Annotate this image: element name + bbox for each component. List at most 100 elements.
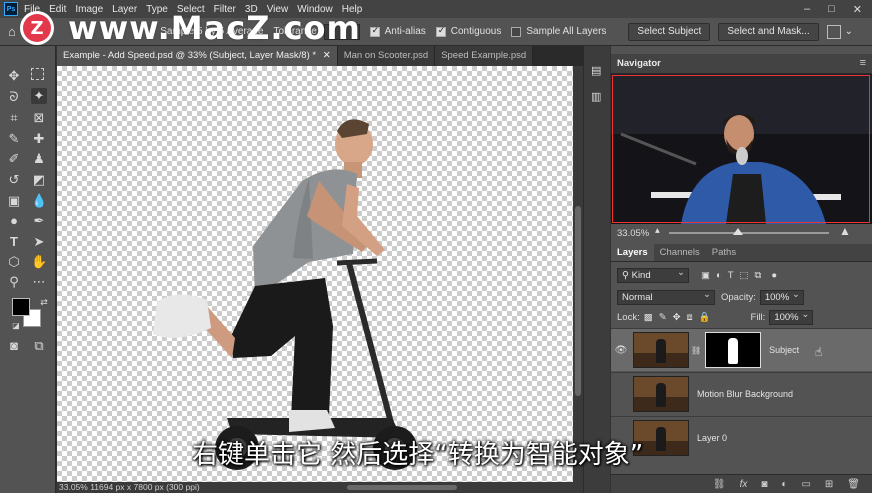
contiguous-option[interactable]: Contiguous bbox=[435, 25, 502, 37]
lasso-tool-icon[interactable]: ᘐ bbox=[6, 89, 22, 105]
blur-tool-icon[interactable]: 💧 bbox=[31, 193, 47, 209]
lock-position-icon[interactable]: ✥ bbox=[673, 312, 681, 323]
anti-alias-checkbox[interactable] bbox=[369, 25, 380, 37]
lock-label: Lock: bbox=[617, 311, 640, 323]
zoom-in-icon[interactable]: ▲ bbox=[839, 224, 851, 238]
dodge-tool-icon[interactable]: ● bbox=[6, 213, 22, 229]
navigator-zoom-slider[interactable] bbox=[669, 232, 829, 234]
path-selection-tool-icon[interactable]: ➤ bbox=[31, 234, 47, 250]
healing-brush-tool-icon[interactable]: ✚ bbox=[31, 131, 47, 147]
eraser-tool-icon[interactable]: ◩ bbox=[31, 172, 47, 188]
new-layer-icon[interactable]: ⊞ bbox=[825, 479, 833, 490]
workspace-icon[interactable] bbox=[826, 24, 841, 39]
scrollbar-thumb[interactable] bbox=[575, 206, 581, 396]
navigator-zoom-value[interactable]: 33.05% bbox=[617, 228, 649, 239]
stamp-tool-icon[interactable]: ♟ bbox=[31, 151, 47, 167]
adjustment-filter-icon[interactable]: ◐ bbox=[716, 270, 722, 281]
filter-toggle-icon[interactable]: ● bbox=[771, 270, 777, 281]
delete-layer-icon[interactable]: 🗑 bbox=[847, 479, 860, 490]
tab-layers[interactable]: Layers bbox=[611, 244, 654, 261]
photoshop-logo[interactable]: Ps bbox=[4, 2, 18, 16]
move-tool-icon[interactable]: ✥ bbox=[6, 68, 22, 84]
opacity-field[interactable]: 100% bbox=[759, 288, 804, 305]
history-panel-icon[interactable]: ▤ bbox=[591, 64, 601, 77]
brush-tool-icon[interactable]: ✐ bbox=[6, 151, 22, 167]
fill-label: Fill: bbox=[750, 311, 766, 323]
shape-filter-icon[interactable]: ⬚ bbox=[740, 270, 749, 281]
sample-all-layers-checkbox[interactable] bbox=[511, 26, 522, 37]
layer-0[interactable]: Layer 0 bbox=[611, 416, 872, 459]
contiguous-label: Contiguous bbox=[450, 26, 502, 37]
fill-field[interactable]: 100% bbox=[769, 308, 814, 325]
type-tool-icon[interactable]: T bbox=[6, 234, 22, 250]
canvas-horizontal-scrollbar[interactable] bbox=[347, 485, 457, 490]
lock-all-icon[interactable]: 🔒 bbox=[699, 312, 711, 323]
layers-panel-tabs: Layers Channels Paths bbox=[611, 244, 872, 262]
tab-channels[interactable]: Channels bbox=[654, 244, 706, 261]
mask-link-icon[interactable]: ⛓ bbox=[691, 346, 701, 355]
doc-tab-label: Speed Example.psd bbox=[441, 50, 527, 61]
workspace-chevron-icon[interactable]: ⌄ bbox=[845, 26, 853, 37]
select-subject-button[interactable]: Select Subject bbox=[628, 22, 711, 41]
blend-mode-dropdown[interactable]: Normal bbox=[617, 288, 715, 305]
lock-transparent-icon[interactable]: ▩ bbox=[644, 312, 653, 323]
screen-mode-icon[interactable]: ⧉ bbox=[31, 338, 47, 354]
doc-tab-example-add-speed[interactable]: Example - Add Speed.psd @ 33% (Subject, … bbox=[57, 46, 338, 66]
canvas-vertical-scrollbar[interactable] bbox=[573, 66, 583, 482]
pen-tool-icon[interactable]: ✒ bbox=[31, 213, 47, 229]
marquee-tool-icon[interactable] bbox=[31, 68, 44, 80]
new-group-icon[interactable]: ▭ bbox=[801, 479, 810, 490]
navigator-preview[interactable] bbox=[611, 74, 872, 224]
lock-artboard-icon[interactable]: ⧈ bbox=[687, 312, 693, 323]
maximize-icon[interactable]: □ bbox=[828, 3, 835, 16]
smart-object-filter-icon[interactable]: ⧉ bbox=[755, 270, 762, 281]
anti-alias-option[interactable]: Anti-alias bbox=[369, 25, 426, 37]
layer-subject[interactable]: 👁 ⛓ Subject ☝ bbox=[611, 328, 872, 371]
zoom-out-icon[interactable]: ▴ bbox=[655, 225, 660, 236]
lock-image-icon[interactable]: ✎ bbox=[659, 312, 667, 323]
more-tools-icon[interactable]: ⋯ bbox=[31, 274, 47, 290]
magic-wand-tool-icon[interactable]: ✦ bbox=[31, 88, 47, 104]
quick-mask-icon[interactable]: ◙ bbox=[6, 338, 22, 354]
type-filter-icon[interactable]: T bbox=[728, 270, 734, 281]
pixel-filter-icon[interactable]: ▣ bbox=[701, 270, 710, 281]
tab-close-icon[interactable]: ✕ bbox=[323, 50, 331, 61]
foreground-color-swatch[interactable] bbox=[12, 298, 30, 316]
navigator-zoom-knob[interactable] bbox=[732, 228, 743, 235]
layer-motion-blur-background[interactable]: Motion Blur Background bbox=[611, 372, 872, 415]
hand-tool-icon[interactable]: ✋ bbox=[31, 254, 47, 270]
tab-paths[interactable]: Paths bbox=[706, 244, 742, 261]
layer-kind-filter[interactable]: ⚲ Kind bbox=[617, 266, 689, 283]
gradient-tool-icon[interactable]: ▣ bbox=[6, 193, 22, 209]
select-and-mask-button[interactable]: Select and Mask... bbox=[718, 22, 819, 41]
sample-all-layers-option[interactable]: Sample All Layers bbox=[511, 26, 606, 37]
eyedropper-tool-icon[interactable]: ✎ bbox=[6, 131, 22, 147]
swap-colors-icon[interactable]: ⇄ bbox=[36, 294, 52, 310]
minimize-icon[interactable]: – bbox=[804, 3, 810, 16]
navigator-view-box[interactable] bbox=[612, 75, 870, 223]
link-layers-icon[interactable]: ⛓ bbox=[713, 479, 726, 490]
shape-tool-icon[interactable]: ⬡ bbox=[6, 254, 22, 270]
document-canvas[interactable] bbox=[57, 66, 573, 482]
toolbox: ✥ ᘐ ✦ ⌗ ⊠ ✎ ✚ ✐ ♟ ↺ ◩ ▣ 💧 ● ✒ T ➤ ⬡ ✋ ⚲ … bbox=[0, 46, 56, 493]
layer-style-icon[interactable]: fx bbox=[740, 479, 748, 490]
watermark-text: www.MacZ.com bbox=[68, 9, 361, 47]
crop-tool-icon[interactable]: ⌗ bbox=[6, 110, 22, 126]
home-icon[interactable]: ⌂ bbox=[8, 24, 16, 39]
layer-name: Motion Blur Background bbox=[697, 389, 794, 399]
doc-tab-speed-example[interactable]: Speed Example.psd bbox=[435, 46, 534, 66]
history-brush-tool-icon[interactable]: ↺ bbox=[6, 172, 22, 188]
navigator-header: Navigator ≡ bbox=[611, 54, 872, 74]
contiguous-checkbox[interactable] bbox=[435, 25, 446, 37]
doc-tab-man-on-scooter[interactable]: Man on Scooter.psd bbox=[337, 46, 436, 66]
layer-mask-thumbnail[interactable] bbox=[705, 332, 762, 368]
default-colors-icon[interactable]: ◪ bbox=[8, 318, 24, 334]
properties-panel-icon[interactable]: ▥ bbox=[591, 90, 601, 103]
panel-menu-icon[interactable]: ≡ bbox=[860, 57, 866, 69]
frame-tool-icon[interactable]: ⊠ bbox=[31, 110, 47, 126]
visibility-eye-icon[interactable]: 👁 bbox=[611, 345, 631, 356]
close-icon[interactable]: ✕ bbox=[853, 3, 862, 16]
zoom-tool-icon[interactable]: ⚲ bbox=[6, 274, 22, 290]
adjustment-layer-icon[interactable]: ◐ bbox=[781, 479, 787, 490]
add-mask-icon[interactable]: ◙ bbox=[761, 479, 767, 490]
